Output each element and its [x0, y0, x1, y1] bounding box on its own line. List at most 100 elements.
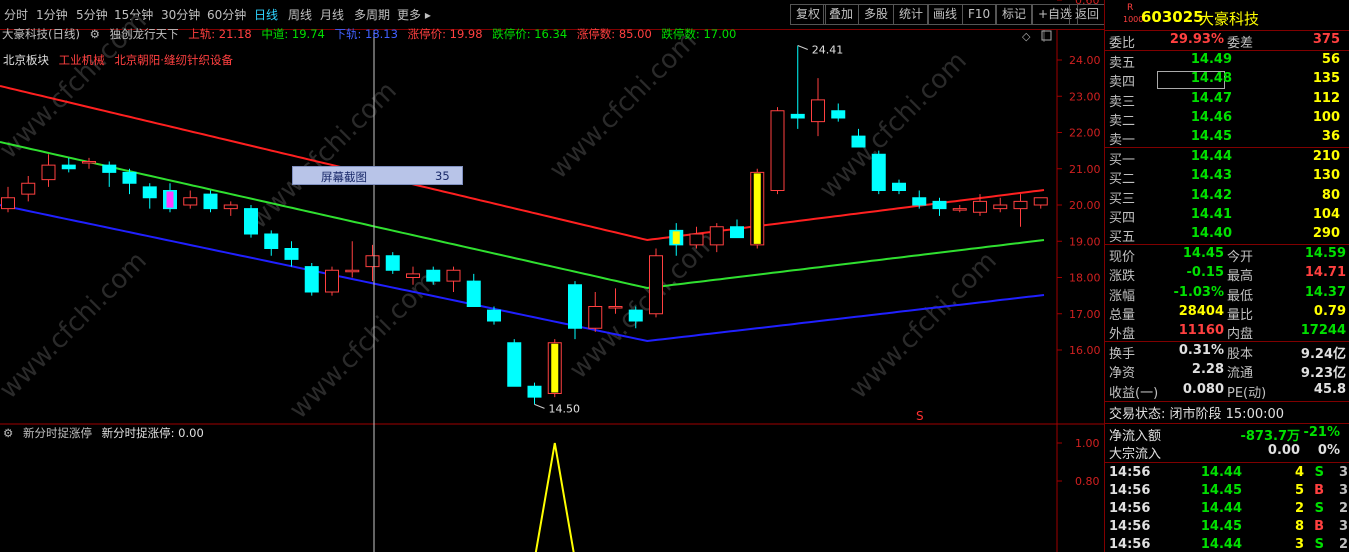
candle[interactable] [122, 168, 137, 195]
candle[interactable] [790, 45, 805, 129]
quote-price: 14.47 [1190, 90, 1232, 106]
candle[interactable] [61, 157, 76, 173]
tick-row: 14:56 14.44 4 S 3 [1105, 465, 1349, 484]
tick-volume: 4 [1294, 465, 1304, 480]
candle[interactable] [385, 252, 400, 274]
quote-label: 买一 [1109, 153, 1136, 168]
candle[interactable] [284, 241, 299, 267]
candle[interactable] [325, 266, 339, 296]
tick-volume: 2 [1294, 501, 1304, 516]
netflow-value: -873.7万 [1240, 429, 1300, 444]
watermark-text: www.cfchi.com [244, 76, 403, 235]
quote-row[interactable]: 买二 14.43 130 [1105, 168, 1349, 187]
candle[interactable] [82, 157, 96, 169]
candle[interactable] [183, 190, 198, 209]
quote-label: 卖五 [1109, 56, 1136, 71]
candle[interactable] [507, 339, 522, 387]
candle[interactable] [264, 230, 279, 256]
stat-value: 9.23亿 [1300, 366, 1346, 382]
stat-row: 总量 28404 量比 0.79 [1105, 304, 1349, 323]
candle[interactable] [21, 176, 36, 202]
kline-chart[interactable]: www.cfchi.com www.cfchi.com www.cfchi.com w… [0, 0, 1104, 552]
tick-price: 14.44 [1200, 465, 1242, 480]
candle[interactable] [446, 266, 461, 292]
quote-row[interactable]: 买四 14.41 104 [1105, 207, 1349, 226]
quote-row[interactable]: 卖一 14.45 36 [1105, 129, 1349, 148]
candle[interactable] [345, 241, 360, 278]
candle[interactable] [993, 197, 1008, 213]
candle[interactable] [871, 150, 886, 195]
tick-row: 14:56 14.44 2 S 2 [1105, 501, 1349, 520]
candle[interactable] [892, 179, 906, 195]
tick-count: 2 [1338, 501, 1348, 516]
candle[interactable] [932, 197, 947, 216]
candle[interactable] [527, 382, 542, 405]
candle[interactable] [203, 190, 218, 213]
sub-indicator-name[interactable]: 新分时捉涨停 [23, 426, 92, 440]
candle[interactable] [649, 248, 663, 318]
stat-value: 14.37 [1304, 284, 1346, 300]
quote-row[interactable]: 买一 14.44 210 [1105, 149, 1349, 168]
high-price-mark: 24.41 [812, 44, 844, 57]
candle[interactable] [952, 205, 967, 213]
candle[interactable] [223, 201, 238, 216]
candle[interactable] [244, 205, 258, 238]
gear-icon[interactable]: ⚙ [90, 27, 100, 41]
candle[interactable] [142, 183, 157, 209]
candle[interactable] [1013, 194, 1028, 227]
limit-marker [753, 173, 761, 244]
stat-value: 2.28 [1191, 362, 1224, 378]
gear-icon[interactable]: ⚙ [3, 426, 13, 440]
stat-value: 11160 [1178, 323, 1224, 339]
candle[interactable] [1, 186, 15, 213]
candle[interactable] [770, 107, 785, 195]
legend-upper: 上轨: 21.18 [188, 27, 252, 41]
candle[interactable] [588, 292, 603, 332]
tick-volume: 5 [1294, 483, 1304, 498]
candle[interactable] [41, 154, 56, 187]
quote-row[interactable]: 买五 14.40 290 [1105, 226, 1349, 245]
expand-icon [1041, 30, 1052, 41]
legend-indicator[interactable]: 独创龙行天下 [110, 27, 179, 41]
indicator-legend: 大豪科技(日线) ⚙ 独创龙行天下 上轨: 21.18 中道: 19.74 下轨… [2, 26, 742, 42]
webi-row: 委比 29.93% 委差 375 [1105, 32, 1349, 51]
quote-volume: 104 [1312, 206, 1340, 222]
quote-row[interactable]: 卖四 14.48 135 [1105, 71, 1349, 90]
tick-side: S [1314, 465, 1324, 480]
stat-label: 最低 [1227, 288, 1254, 304]
candle[interactable] [730, 219, 744, 239]
tick-side: S [1314, 501, 1324, 516]
candle[interactable] [851, 128, 866, 148]
quote-volume: 112 [1312, 90, 1340, 106]
quote-volume: 80 [1321, 187, 1340, 203]
concept-tag[interactable]: 北京板块 [3, 53, 49, 67]
candle[interactable] [466, 273, 481, 307]
tick-count: 2 [1338, 537, 1348, 552]
candle[interactable] [102, 161, 117, 187]
stat-label: 净资 [1109, 366, 1136, 382]
candle[interactable] [811, 78, 825, 137]
quote-price: 14.48 [1190, 71, 1232, 87]
tick-time: 14:56 [1109, 501, 1151, 516]
quote-label: 卖三 [1109, 94, 1136, 110]
stat-value: 14.71 [1304, 265, 1346, 281]
quote-price: 14.42 [1190, 187, 1232, 203]
quote-label: 卖四 [1109, 75, 1136, 91]
quote-row[interactable]: 卖五 14.49 56 [1105, 52, 1349, 71]
concept-tag[interactable]: 北京朝阳·缝纫针织设备 [114, 53, 233, 67]
quote-row[interactable]: 买三 14.42 80 [1105, 188, 1349, 207]
candle[interactable] [568, 281, 582, 340]
quote-label: 买五 [1109, 230, 1136, 246]
legend-down-count: 跌停数: 17.00 [661, 27, 737, 41]
concept-tag[interactable]: 工业机械 [59, 53, 105, 67]
candle[interactable] [831, 103, 846, 122]
quote-row[interactable]: 卖二 14.46 100 [1105, 110, 1349, 129]
stat-row: 涨跌 -0.15 最高 14.71 [1105, 265, 1349, 284]
candle[interactable] [1033, 197, 1048, 209]
candle[interactable] [304, 263, 319, 296]
stat-label: PE(动) [1227, 385, 1267, 401]
stat-label: 流通 [1227, 366, 1254, 382]
quote-row[interactable]: 卖三 14.47 112 [1105, 91, 1349, 110]
candle[interactable] [365, 244, 380, 282]
stat-row: 换手 0.31% 股本 9.24亿 [1105, 343, 1349, 362]
